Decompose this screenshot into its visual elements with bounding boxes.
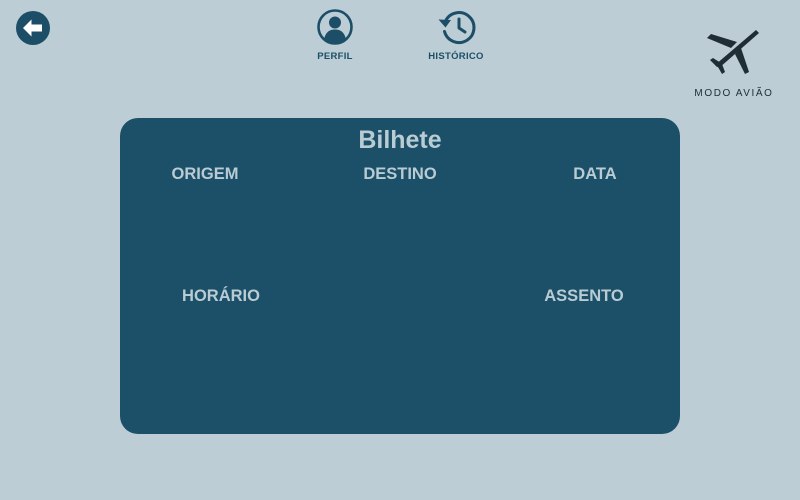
date-label: DATA bbox=[573, 165, 617, 183]
user-circle-icon bbox=[317, 9, 353, 45]
destination-label: DESTINO bbox=[363, 165, 437, 183]
history-clock-icon bbox=[438, 11, 476, 45]
arrow-left-circle-icon bbox=[16, 11, 50, 45]
airplane-icon bbox=[707, 30, 759, 74]
time-label: HORÁRIO bbox=[182, 287, 260, 305]
nav-history[interactable]: HISTÓRICO bbox=[426, 8, 486, 62]
nav-profile-label: PERFIL bbox=[317, 51, 353, 62]
seat-label: ASSENTO bbox=[544, 287, 624, 305]
back-button[interactable] bbox=[16, 11, 50, 45]
logo-text: MODO AVIÃO bbox=[694, 88, 774, 99]
ticket-card: Bilhete ORIGEM DESTINO DATA HORÁRIO ASSE… bbox=[120, 118, 680, 434]
nav-profile[interactable]: PERFIL bbox=[316, 8, 354, 62]
logo: MODO AVIÃO bbox=[688, 28, 780, 99]
nav-history-label: HISTÓRICO bbox=[428, 51, 484, 62]
ticket-title: Bilhete bbox=[358, 126, 442, 154]
origin-label: ORIGEM bbox=[171, 165, 239, 183]
